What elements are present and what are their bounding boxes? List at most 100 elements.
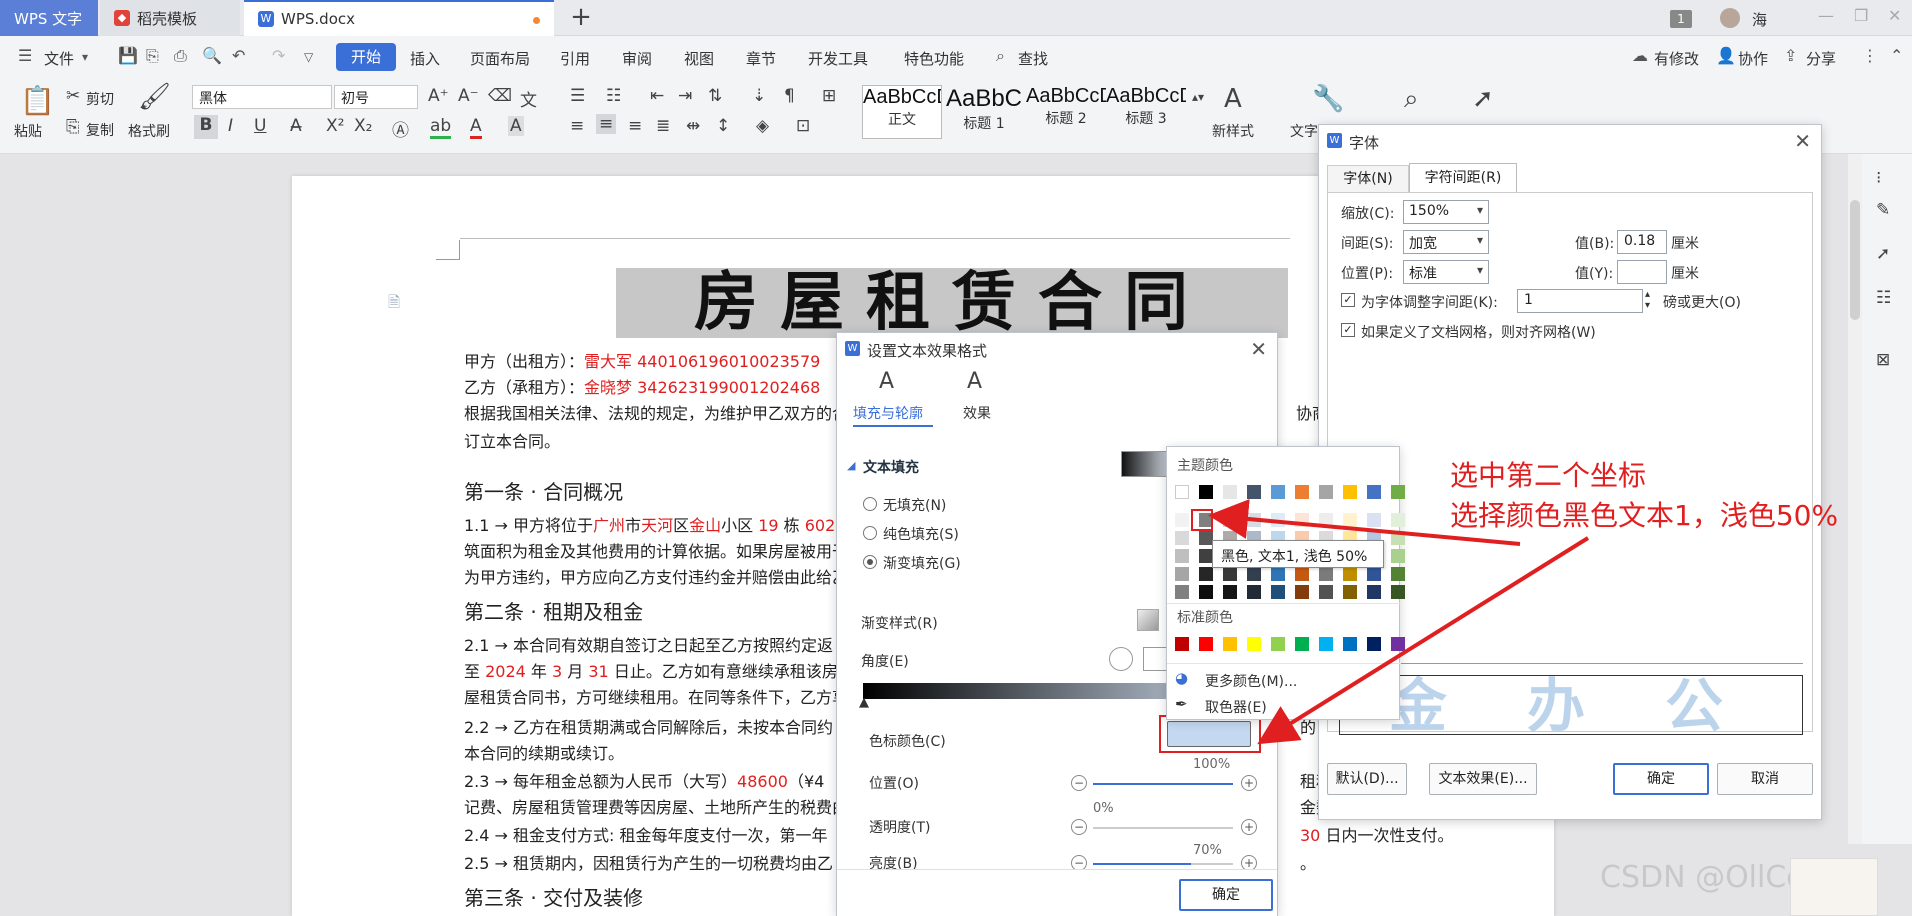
cut-button[interactable]: 剪切 [86,89,114,109]
theme-color-swatch[interactable] [1295,485,1309,499]
chevron-down-icon[interactable]: ▾ [82,50,88,64]
share-button[interactable]: 分享 [1806,48,1836,69]
align-right-icon[interactable]: ≡ [628,116,642,136]
theme-shade-swatch[interactable] [1199,549,1213,563]
standard-color-swatch[interactable] [1343,637,1357,651]
text-effect-button[interactable]: 文本效果(E)... [1429,763,1537,795]
standard-color-swatch[interactable] [1391,637,1405,651]
wrench-icon[interactable]: 🔧 [1312,84,1344,114]
collapse-ribbon-icon[interactable]: ⌃ [1890,46,1903,65]
theme-shade-swatch[interactable] [1175,513,1189,527]
solid-fill-radio[interactable] [863,526,877,540]
superscript-icon[interactable]: X² [326,116,344,136]
theme-shade-swatch[interactable] [1391,513,1405,527]
theme-shade-swatch[interactable] [1295,567,1309,581]
position-unit[interactable]: 厘米 [1671,263,1699,283]
ok-button[interactable]: 确定 [1179,879,1273,911]
select-cursor-icon[interactable]: ➚ [1472,84,1494,114]
char-shading-icon[interactable]: A [508,116,524,136]
new-style-icon[interactable]: A [1224,84,1242,114]
print-icon[interactable]: ⎙ [174,46,187,66]
color-wheel-icon[interactable]: ◕ [1175,669,1188,687]
bold-icon[interactable]: B [194,115,218,139]
kerning-checkbox[interactable]: ✓ [1341,293,1355,307]
theme-shade-swatch[interactable] [1223,585,1237,599]
decrease-indent-icon[interactable]: ⇤ [650,86,664,106]
close-icon[interactable]: ✕ [1888,6,1901,25]
justify-icon[interactable]: ≣ [656,116,670,136]
default-button[interactable]: 默认(D)... [1327,763,1407,795]
theme-shade-swatch[interactable] [1223,567,1237,581]
position-amount-input[interactable] [1617,260,1667,284]
clear-format-icon[interactable]: ⌫ [488,86,512,106]
cancel-button[interactable]: 取消 [1717,763,1813,795]
theme-shade-swatch[interactable] [1247,513,1261,527]
font-color-icon[interactable]: A [470,116,482,139]
theme-shade-swatch[interactable] [1367,513,1381,527]
floating-widget[interactable] [1790,858,1878,916]
numbering-icon[interactable]: ☷ [606,86,621,106]
clause-2-5-tail[interactable]: 。 [1300,850,1316,874]
tab-wps-writer[interactable]: WPS 文字 [0,0,98,36]
sidebar-menu-icon[interactable]: ⁝ [1876,168,1881,188]
restore-icon[interactable]: ❐ [1854,6,1868,25]
menu-file[interactable]: 文件 [44,48,74,69]
standard-color-swatch[interactable] [1247,637,1261,651]
tab-chapter[interactable]: 章节 [746,48,776,69]
pen-icon[interactable]: ✎ [1876,200,1890,220]
clause-2-2[interactable]: 2.2 → 乙方在租赁期满或合同解除后，未按本合同约 [464,714,833,738]
collaborate-button[interactable]: 协作 [1738,48,1768,69]
clause-2-1-line-2[interactable]: 至 2024 年 3 月 31 日止。乙方如有意继续承租该房屋 [464,658,854,682]
clause-2-4-tail[interactable]: 30 日内一次性支付。 [1300,822,1453,846]
tab-references[interactable]: 引用 [560,48,590,69]
theme-shade-swatch[interactable] [1295,585,1309,599]
theme-color-swatch[interactable] [1391,485,1405,499]
tab-character-spacing[interactable]: 字符间距(R) [1409,163,1517,193]
tab-review[interactable]: 审阅 [622,48,652,69]
tab-insert[interactable]: 插入 [410,48,440,69]
theme-color-swatch[interactable] [1343,485,1357,499]
text-effect-icon[interactable]: Ⓐ [392,116,409,141]
page-title[interactable]: 房屋租赁合同 [616,268,1288,338]
print-preview-icon[interactable]: 🔍 [202,46,222,65]
clause-1-1-line-3[interactable]: 为甲方违约，甲方应向乙方支付违约金并赔偿由此给乙 [464,564,848,588]
theme-shade-swatch[interactable] [1319,513,1333,527]
table-icon[interactable]: ⊞ [822,86,836,106]
style-scroll-icon[interactable]: ▴▾ [1192,90,1204,104]
standard-color-swatch[interactable] [1367,637,1381,651]
theme-shade-swatch[interactable] [1343,567,1357,581]
tab-developer[interactable]: 开发工具 [808,48,868,69]
tab-font[interactable]: 字体(N) [1327,165,1409,193]
theme-color-swatch[interactable] [1199,485,1213,499]
theme-shade-swatch[interactable] [1199,585,1213,599]
show-marks-icon[interactable]: ¶ [784,86,795,106]
tab-effect[interactable]: 效果 [963,403,991,423]
line-spacing-icon[interactable]: ↕ [716,116,730,136]
export-icon[interactable]: ⎘ [146,46,159,66]
angle-dial[interactable] [1109,647,1133,671]
save-icon[interactable]: 💾 [118,46,138,65]
kerning-spinner-icon[interactable]: ▴ ▾ [1645,289,1650,311]
theme-color-swatch[interactable] [1223,485,1237,499]
avatar[interactable] [1720,8,1740,28]
strikethrough-icon[interactable]: A̶ [290,116,302,136]
tab-document[interactable]: W WPS.docx [244,0,554,36]
snap-to-grid-checkbox[interactable]: ✓ [1341,323,1355,337]
theme-shade-swatch[interactable] [1271,585,1285,599]
tab-special-features[interactable]: 特色功能 [904,48,964,69]
spacing-unit[interactable]: 厘米 [1671,233,1699,253]
user-name[interactable]: 海 [1752,9,1767,30]
gradient-fill-radio[interactable] [863,555,877,569]
clause-2-1-line-3[interactable]: 屋租赁合同书，方可继续租用。在同等条件下，乙方享 [464,684,848,708]
theme-shade-swatch[interactable] [1175,549,1189,563]
theme-color-swatch[interactable] [1271,485,1285,499]
theme-shade-swatch[interactable] [1271,513,1285,527]
theme-shade-swatch[interactable] [1247,567,1261,581]
clause-2-5[interactable]: 2.5 → 租赁期内，因租赁行为产生的一切税费均由乙 [464,850,833,874]
theme-shade-swatch[interactable] [1391,585,1405,599]
theme-color-swatch[interactable] [1247,485,1261,499]
theme-shade-swatch[interactable] [1319,585,1333,599]
new-tab-button[interactable]: + [566,2,596,32]
scale-select[interactable]: 150% [1403,200,1489,224]
close-pane-icon[interactable]: ⊠ [1876,350,1890,370]
